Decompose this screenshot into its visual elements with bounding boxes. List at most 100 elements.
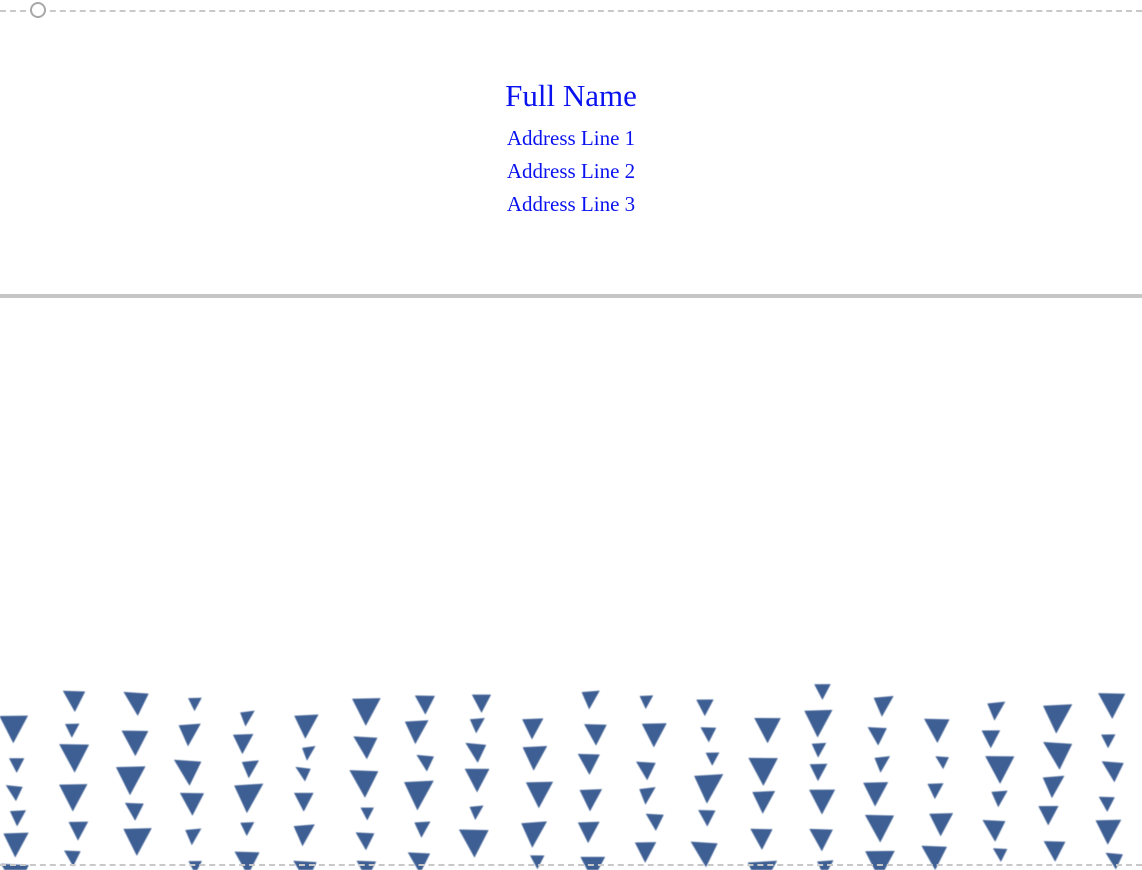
triangle-mark-15-2: [874, 756, 891, 773]
triangle-mark-19-5: [1105, 852, 1123, 870]
triangle-mark-5-3: [293, 792, 314, 812]
triangle-mark-1-1: [65, 723, 80, 738]
triangle-mark-10-4: [577, 821, 600, 844]
triangle-mark-15-4: [864, 814, 895, 843]
triangle-mark-16-3: [929, 813, 954, 837]
address-line-2-text: Address Line 2: [506, 159, 636, 183]
triangle-mark-10-0: [581, 690, 600, 710]
triangle-mark-6-4: [355, 832, 375, 851]
triangle-mark-14-0: [814, 684, 831, 700]
triangle-mark-11-3: [639, 787, 656, 805]
triangle-mark-1-3: [59, 784, 88, 812]
triangle-mark-7-4: [414, 821, 431, 838]
triangle-mark-5-4: [293, 824, 315, 847]
triangle-mark-2-2: [115, 766, 146, 796]
triangle-mark-3-0: [188, 697, 202, 712]
address-line-1-text: Address Line 1: [506, 126, 636, 150]
triangle-mark-8-2: [465, 742, 487, 763]
triangle-mark-14-4: [809, 789, 836, 815]
triangle-mark-5-0: [294, 714, 319, 739]
triangle-mark-3-2: [173, 759, 202, 786]
triangle-mark-2-4: [123, 828, 152, 856]
triangle-mark-19-4: [1095, 819, 1122, 845]
triangle-mark-8-3: [464, 768, 490, 793]
triangle-mark-4-2: [241, 760, 259, 779]
triangle-mark-0-3: [9, 810, 27, 827]
triangle-mark-9-0: [522, 718, 544, 740]
triangle-mark-16-2: [927, 783, 944, 800]
triangle-mark-9-1: [522, 745, 548, 771]
triangle-mark-17-2: [985, 756, 1015, 784]
triangle-mark-8-1: [469, 718, 485, 734]
triangle-mark-1-2: [59, 744, 90, 773]
triangle-mark-11-5: [634, 842, 657, 863]
triangle-mark-19-1: [1101, 734, 1116, 749]
triangle-mark-9-4: [530, 855, 545, 870]
triangle-mark-19-3: [1098, 796, 1115, 812]
triangle-mark-4-3: [234, 783, 264, 814]
triangle-mark-2-0: [123, 691, 149, 716]
triangle-mark-12-1: [700, 727, 717, 743]
triangle-mark-11-2: [636, 761, 656, 781]
triangle-mark-13-2: [752, 791, 776, 814]
triangle-mark-5-2: [295, 766, 311, 782]
triangle-mark-3-1: [178, 723, 201, 747]
triangle-mark-18-1: [1043, 742, 1073, 770]
top-guide-line: [0, 10, 1142, 12]
full-name-text: Full Name: [505, 78, 637, 113]
triangle-mark-11-0: [639, 695, 654, 709]
triangle-mark-7-2: [416, 754, 434, 772]
triangle-mark-6-3: [360, 807, 374, 821]
triangle-mark-12-4: [698, 810, 716, 827]
triangle-mark-8-0: [471, 694, 492, 713]
triangle-mark-18-2: [1042, 775, 1065, 799]
bottom-guide-line: [0, 864, 1142, 866]
triangle-mark-4-4: [240, 822, 255, 836]
triangle-mark-16-4: [921, 845, 947, 870]
triangle-mark-11-4: [645, 813, 664, 831]
triangle-mark-16-0: [924, 718, 950, 744]
triangle-mark-12-3: [694, 774, 724, 804]
triangle-mark-3-3: [179, 792, 205, 816]
triangle-mark-1-4: [68, 821, 89, 841]
triangle-mark-13-3: [750, 828, 773, 850]
triangle-mark-12-2: [705, 752, 720, 766]
triangle-mark-7-5: [407, 852, 431, 870]
triangle-mark-6-0: [352, 698, 381, 726]
triangle-mark-17-3: [991, 790, 1008, 808]
triangle-mark-19-2: [1101, 761, 1124, 783]
triangle-mark-6-1: [353, 736, 378, 760]
triangle-mark-0-2: [5, 785, 23, 802]
triangle-mark-10-3: [579, 789, 603, 812]
triangle-mark-8-4: [469, 805, 484, 821]
rotate-handle-icon[interactable]: [30, 2, 46, 18]
triangle-mark-14-5: [809, 828, 833, 852]
triangle-mark-19-0: [1098, 693, 1126, 719]
triangle-mark-8-5: [458, 829, 489, 858]
triangle-mark-3-4: [185, 828, 202, 846]
address-text-box[interactable]: Full Name Address Line 1 Address Line 2 …: [0, 74, 1142, 221]
triangle-mark-9-2: [525, 781, 554, 809]
triangle-mark-14-1: [804, 709, 833, 738]
triangle-mark-16-1: [935, 756, 949, 770]
triangle-mark-15-3: [863, 782, 889, 807]
triangle-mark-1-0: [62, 690, 86, 712]
triangle-mark-15-5: [865, 850, 895, 870]
triangle-mark-14-2: [811, 742, 827, 758]
triangle-mark-10-2: [577, 753, 600, 775]
triangle-mark-17-5: [992, 848, 1008, 862]
triangle-mark-7-1: [404, 720, 429, 745]
triangle-mark-18-0: [1043, 704, 1073, 734]
triangle-mark-4-1: [232, 733, 254, 755]
address-line-3-text: Address Line 3: [506, 192, 636, 216]
triangle-mark-15-0: [873, 695, 894, 717]
triangle-mark-0-1: [9, 758, 25, 773]
section-divider: [0, 294, 1142, 298]
triangle-mark-2-3: [124, 802, 144, 821]
triangle-mark-10-1: [584, 724, 607, 746]
triangle-mark-0-0: [0, 715, 29, 744]
triangle-mark-17-0: [987, 701, 1006, 721]
triangle-mark-9-3: [521, 821, 548, 848]
triangle-mark-4-5: [234, 851, 260, 870]
triangle-mark-18-4: [1043, 841, 1066, 862]
